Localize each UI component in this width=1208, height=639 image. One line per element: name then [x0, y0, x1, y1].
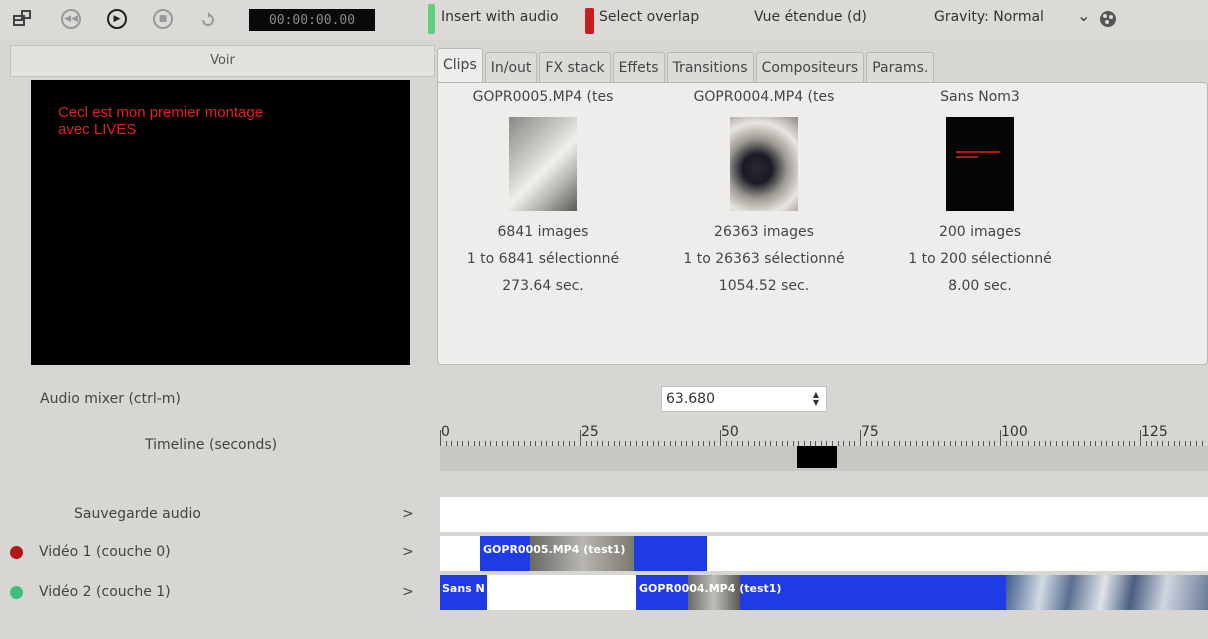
- ruler-label: 0: [441, 424, 450, 440]
- track-label-audio: Sauvegarde audio: [74, 506, 201, 522]
- gravity-dropdown[interactable]: Gravity: Normal: [934, 9, 1044, 25]
- insert-with-audio-indicator: [428, 4, 435, 34]
- timecode-display: 00:00:00.00: [249, 9, 375, 31]
- ruler-label: 75: [861, 424, 879, 440]
- clip-duration: 1054.52 sec.: [718, 278, 810, 294]
- ruler-label: 100: [1001, 424, 1028, 440]
- tab-clips[interactable]: Clips: [437, 48, 483, 83]
- ruler-label: 50: [721, 424, 739, 440]
- clip-selection: 1 to 200 sélectionné: [908, 251, 1052, 267]
- loop-icon[interactable]: [197, 8, 219, 30]
- lives-logo-icon: [1097, 8, 1119, 30]
- clip-duration: 273.64 sec.: [502, 278, 584, 294]
- clip-name: GOPR0005.MP4 (tes: [472, 89, 614, 105]
- ruler-label: 125: [1141, 424, 1168, 440]
- track-block-label: GOPR0004.MP4 (test1): [639, 582, 782, 595]
- ruler-tick: [720, 430, 721, 446]
- track-record-dot-icon[interactable]: [10, 546, 23, 559]
- clip-frames: 26363 images: [714, 224, 814, 240]
- tab-transitions[interactable]: Transitions: [666, 52, 754, 83]
- clip-item[interactable]: GOPR0005.MP4 (tes 6841 images 1 to 6841 …: [438, 83, 648, 300]
- clip-item[interactable]: GOPR0004.MP4 (tes 26363 images 1 to 2636…: [659, 83, 869, 300]
- insert-with-audio-toggle[interactable]: Insert with audio: [441, 9, 559, 25]
- track-block-label: GOPR0005.MP4 (test1): [483, 543, 626, 556]
- clip-frames: 6841 images: [497, 224, 589, 240]
- clip-duration: 8.00 sec.: [948, 278, 1012, 294]
- tab-in-out[interactable]: In/out: [484, 52, 538, 83]
- clips-panel: GOPR0005.MP4 (tes 6841 images 1 to 6841 …: [437, 82, 1208, 365]
- timeline-position-marker[interactable]: [797, 446, 837, 468]
- clip-selection: 1 to 26363 sélectionné: [683, 251, 845, 267]
- tab-compositeurs[interactable]: Compositeurs: [755, 52, 865, 83]
- time-spinbox[interactable]: 63.680 ▲ ▼: [661, 386, 827, 412]
- track-record-dot-icon[interactable]: [10, 586, 23, 599]
- timeline-label: Timeline (seconds): [145, 437, 278, 453]
- video1-track[interactable]: GOPR0005.MP4 (test1): [440, 536, 1208, 571]
- ruler-tick: [1140, 430, 1141, 446]
- track-label-video2: Vidéo 2 (couche 1): [39, 584, 171, 600]
- audio-track[interactable]: [440, 497, 1208, 532]
- tab-bar: Clips In/out FX stack Effets Transitions…: [437, 48, 936, 83]
- clip-frames: 200 images: [938, 224, 1022, 240]
- ruler-tick: [440, 430, 441, 446]
- track-expand-chevron[interactable]: >: [402, 506, 414, 522]
- clip-name: GOPR0004.MP4 (tes: [693, 89, 835, 105]
- ruler-tick: [580, 430, 581, 446]
- expanded-view-toggle[interactable]: Vue étendue (d): [754, 9, 867, 25]
- track-expand-chevron[interactable]: >: [402, 544, 414, 560]
- clip-selection: 1 to 6841 sélectionné: [466, 251, 620, 267]
- clip-name: Sans Nom3: [940, 89, 1020, 105]
- video2-track[interactable]: Sans N GOPR0004.MP4 (test1): [440, 575, 1208, 610]
- clip-thumbnail[interactable]: [730, 117, 798, 211]
- track-block-gopr0005[interactable]: GOPR0005.MP4 (test1): [480, 536, 707, 571]
- tab-params[interactable]: Params.: [866, 52, 935, 83]
- timeline-ruler[interactable]: 0 25 50 75 100 125: [440, 424, 1208, 446]
- ruler-label: 25: [581, 424, 599, 440]
- track-expand-chevron[interactable]: >: [402, 584, 414, 600]
- spin-arrows-icon[interactable]: ▲ ▼: [806, 391, 826, 407]
- select-overlap-toggle[interactable]: Select overlap: [599, 9, 699, 25]
- separate-window-icon[interactable]: [12, 8, 34, 30]
- clip-item[interactable]: Sans Nom3 200 images 1 to 200 sélectionn…: [875, 83, 1085, 300]
- rewind-icon[interactable]: ◀◀: [60, 8, 82, 30]
- tab-fx-stack[interactable]: FX stack: [539, 52, 611, 83]
- chevron-down-icon[interactable]: ⌄: [1077, 6, 1090, 25]
- preview-overlay-text: Cecl est mon premier montage avec LIVES: [58, 104, 264, 138]
- stop-icon[interactable]: ■: [152, 8, 174, 30]
- ruler-tick: [1000, 430, 1001, 446]
- track-label-video1: Vidéo 1 (couche 0): [39, 544, 171, 560]
- audio-mixer-label[interactable]: Audio mixer (ctrl-m): [40, 391, 181, 407]
- time-value: 63.680: [666, 391, 715, 407]
- play-icon[interactable]: ▶: [106, 8, 128, 30]
- track-block-gopr0004[interactable]: GOPR0004.MP4 (test1): [636, 575, 1009, 610]
- clip-thumbnail[interactable]: [946, 117, 1014, 211]
- track-block-sans-nom[interactable]: Sans N: [440, 575, 487, 610]
- ruler-tick: [860, 430, 861, 446]
- track-thumbnail-strip[interactable]: [1006, 575, 1208, 610]
- preview-header: Voir: [10, 45, 435, 77]
- select-overlap-indicator: [585, 8, 594, 34]
- clip-thumbnail[interactable]: [509, 117, 577, 211]
- tab-effets[interactable]: Effets: [612, 52, 665, 83]
